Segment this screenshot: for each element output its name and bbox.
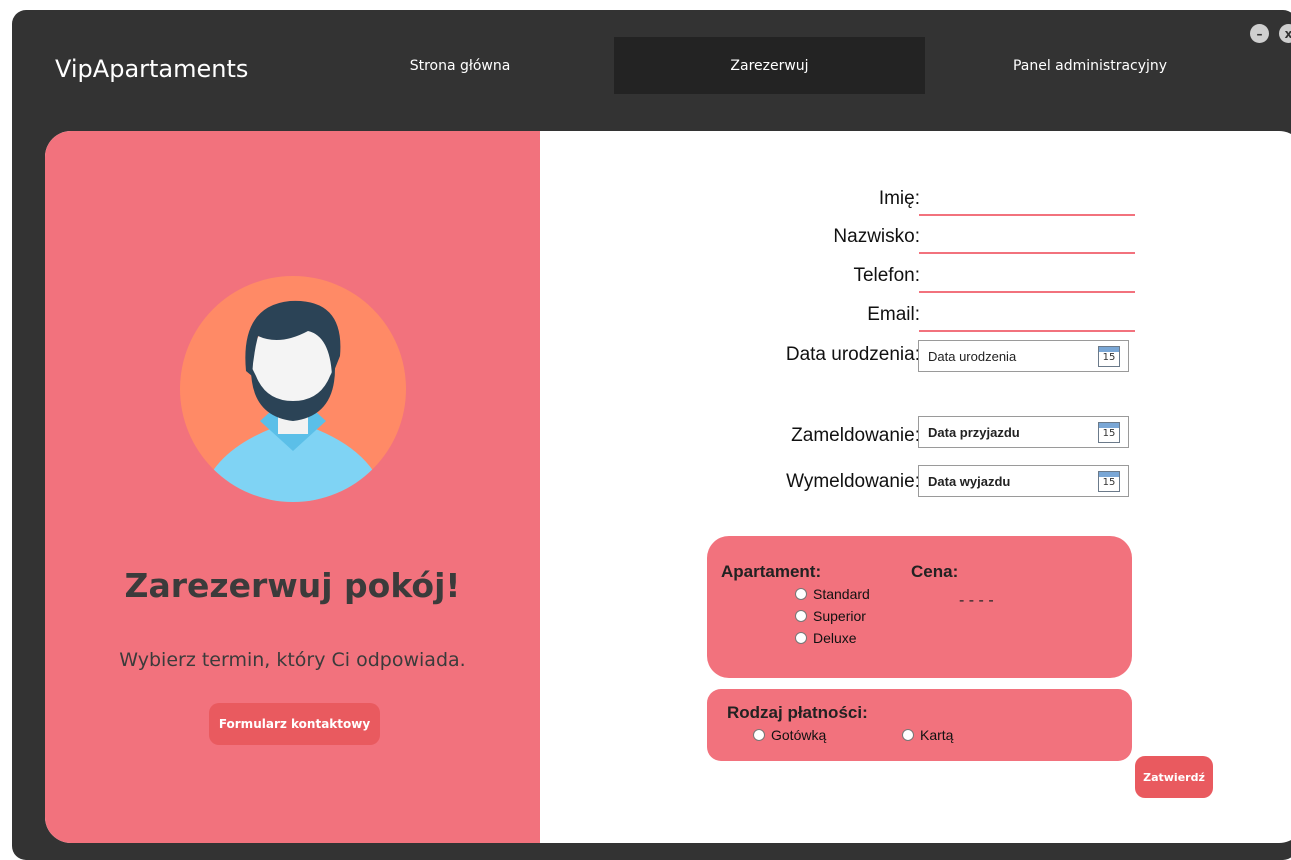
nav-reserve[interactable]: Zarezerwuj bbox=[614, 37, 925, 94]
submit-button[interactable]: Zatwierdź bbox=[1135, 756, 1213, 798]
calendar-icon[interactable]: 15 bbox=[1098, 471, 1120, 492]
radio-icon[interactable] bbox=[795, 610, 807, 622]
calendar-icon[interactable]: 15 bbox=[1098, 422, 1120, 443]
first-name-label: Imię: bbox=[878, 188, 920, 209]
last-name-label: Nazwisko: bbox=[833, 226, 920, 247]
radio-icon[interactable] bbox=[795, 632, 807, 644]
radio-icon[interactable] bbox=[753, 729, 765, 741]
first-name-input[interactable] bbox=[919, 186, 1135, 216]
avatar-icon bbox=[180, 276, 406, 502]
contact-form-button[interactable]: Formularz kontaktowy bbox=[209, 703, 380, 745]
checkin-date-placeholder: Data przyjazdu bbox=[928, 425, 1020, 440]
phone-input[interactable] bbox=[919, 263, 1135, 293]
nav-home[interactable]: Strona główna bbox=[340, 37, 580, 94]
left-panel: Zarezerwuj pokój! Wybierz termin, który … bbox=[45, 131, 540, 843]
price-value: - - - - bbox=[959, 592, 994, 609]
left-title: Zarezerwuj pokój! bbox=[124, 566, 461, 605]
apartment-panel: Apartament: Cena: - - - - Standard Super… bbox=[707, 536, 1132, 678]
left-subtitle: Wybierz termin, który Ci odpowiada. bbox=[119, 649, 466, 671]
calendar-icon[interactable]: 15 bbox=[1098, 346, 1120, 367]
radio-icon[interactable] bbox=[795, 588, 807, 600]
apartment-option-deluxe[interactable]: Deluxe bbox=[795, 630, 857, 646]
checkin-label: Zameldowanie: bbox=[791, 425, 920, 446]
checkout-date-placeholder: Data wyjazdu bbox=[928, 474, 1011, 489]
payment-label: Rodzaj płatności: bbox=[727, 703, 868, 722]
last-name-input[interactable] bbox=[919, 224, 1135, 254]
email-input[interactable] bbox=[919, 302, 1135, 332]
checkout-date-picker[interactable]: Data wyjazdu 15 bbox=[918, 465, 1129, 497]
price-label: Cena: bbox=[911, 562, 959, 581]
phone-label: Telefon: bbox=[853, 265, 920, 286]
apartment-label: Apartament: bbox=[721, 562, 822, 581]
birth-date-picker[interactable]: Data urodzenia 15 bbox=[918, 340, 1129, 372]
birth-date-placeholder: Data urodzenia bbox=[928, 349, 1017, 364]
apartment-option-standard[interactable]: Standard bbox=[795, 586, 870, 602]
radio-icon[interactable] bbox=[902, 729, 914, 741]
payment-panel: Rodzaj płatności: Gotówką Kartą bbox=[707, 689, 1132, 761]
payment-option-cash[interactable]: Gotówką bbox=[753, 727, 826, 743]
reservation-card: Zarezerwuj pokój! Wybierz termin, który … bbox=[45, 131, 1291, 843]
checkin-date-picker[interactable]: Data przyjazdu 15 bbox=[918, 416, 1129, 448]
nav-admin-panel[interactable]: Panel administracyjny bbox=[940, 37, 1240, 94]
email-label: Email: bbox=[867, 304, 920, 325]
checkout-label: Wymeldowanie: bbox=[786, 471, 920, 492]
close-button[interactable]: x bbox=[1279, 24, 1291, 43]
minimize-button[interactable]: – bbox=[1250, 24, 1269, 43]
birth-date-label: Data urodzenia: bbox=[785, 344, 920, 365]
app-title: VipApartaments bbox=[55, 55, 249, 83]
payment-option-card[interactable]: Kartą bbox=[902, 727, 953, 743]
apartment-option-superior[interactable]: Superior bbox=[795, 608, 866, 624]
